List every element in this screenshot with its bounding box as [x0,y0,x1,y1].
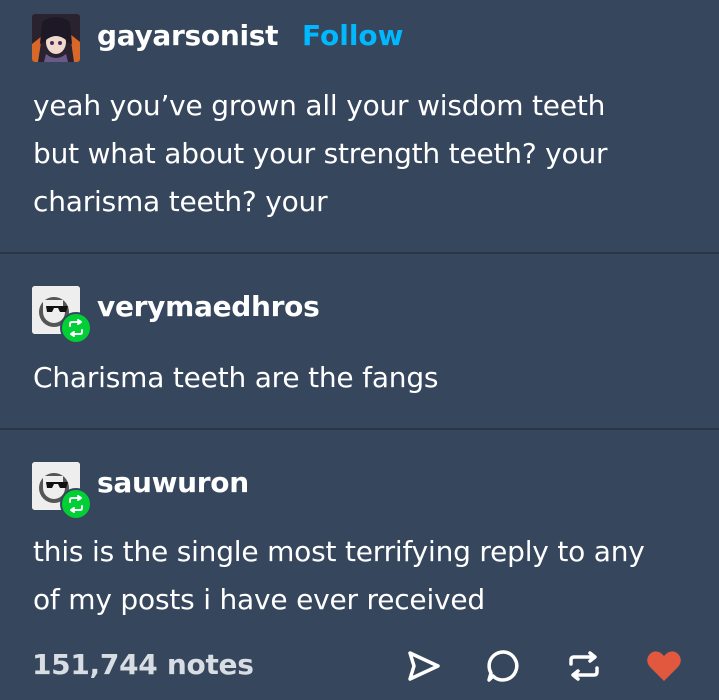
op-avatar[interactable] [32,14,80,62]
like-icon[interactable] [644,646,684,686]
reblog-entry: sauwuron this is the single most terrify… [0,430,719,640]
post-footer: 151,744 notes [0,640,719,696]
reblog-small-icon [69,319,83,337]
share-icon[interactable] [404,646,444,686]
anime-avatar-icon [32,14,80,62]
reblog-badge [60,312,92,344]
reblog-badge [60,488,92,520]
op-username[interactable]: gayarsonist [97,19,279,52]
reblogger-username[interactable]: sauwuron [97,466,249,499]
follow-button[interactable]: Follow [302,19,404,52]
text-line: yeah you’ve grown all your wisdom teeth [33,89,606,122]
text-line: charisma teeth? your [33,185,328,218]
original-post: gayarsonist Follow yeah you’ve grown all… [0,0,719,252]
notes-count[interactable]: 151,744 notes [32,648,254,681]
reblogger-username[interactable]: verymaedhros [97,290,320,323]
reblog-entry: verymaedhros Charisma teeth are the fang… [0,254,719,428]
reblog-text: this is the single most terrifying reply… [33,528,693,624]
text-line: but what about your strength teeth? your [33,137,608,170]
op-text: yeah you’ve grown all your wisdom teeth … [33,82,693,226]
reblog-text: Charisma teeth are the fangs [33,354,693,402]
reblog-small-icon [69,495,83,513]
reply-icon[interactable] [484,646,524,686]
text-line: of my posts i have ever received [33,583,486,616]
text-line: Charisma teeth are the fangs [33,361,439,394]
text-line: this is the single most terrifying reply… [33,535,645,568]
reblog-icon[interactable] [564,646,604,686]
